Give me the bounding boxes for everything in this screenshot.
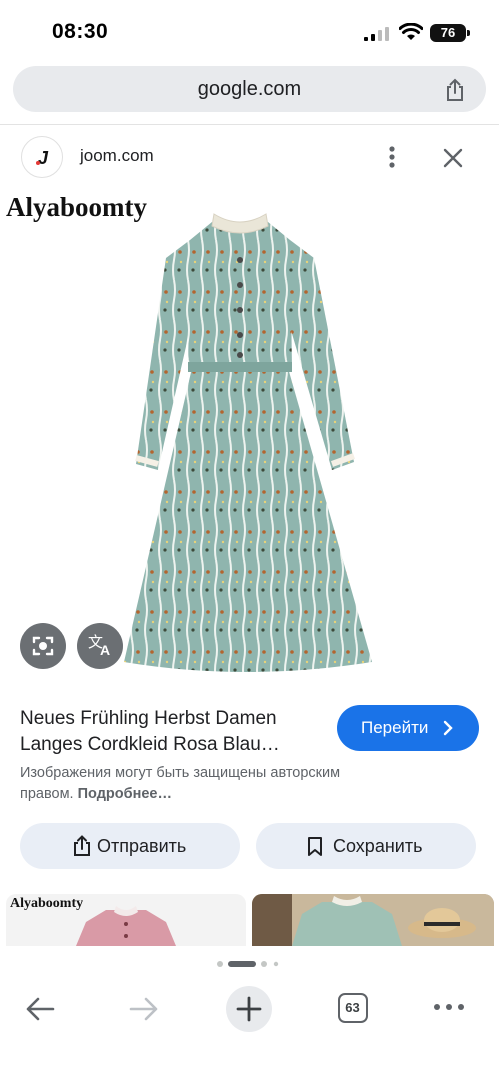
back-icon[interactable] [24,996,56,1022]
send-label: Отправить [97,836,187,856]
send-button[interactable]: Отправить [20,823,240,869]
result-title[interactable]: Neues Frühling Herbst Damen Langes Cordk… [20,706,320,758]
favicon-dot [36,161,40,165]
save-label: Сохранить [333,836,423,856]
signal-icon [364,27,389,41]
visit-button-label: Перейти [361,718,429,737]
tabs-button[interactable]: 63 [338,993,368,1023]
status-time: 08:30 [52,20,109,43]
share-icon[interactable] [443,78,467,102]
new-tab-button[interactable] [226,986,272,1032]
battery-tip [467,30,470,36]
wifi-icon [399,23,423,40]
dress-image [124,213,372,672]
share-icon [74,835,90,856]
chevron-right-icon [443,720,453,736]
favicon-letter: J [37,148,48,168]
source-domain[interactable]: joom.com [80,146,154,166]
bookmark-icon [308,837,322,856]
related-image-2[interactable] [252,894,494,946]
dress-with-hat-image [252,894,494,946]
pink-dress-image [76,906,176,946]
save-button[interactable]: Сохранить [256,823,476,869]
visit-button[interactable]: Перейти [337,705,479,751]
lens-icon [32,636,54,656]
divider [0,124,499,125]
close-icon[interactable] [440,145,466,171]
menu-icon[interactable] [432,1002,466,1012]
copyright-notice: Изображения могут быть защищены авторски… [20,763,380,805]
related-image-1[interactable]: Alyaboomty [6,894,246,946]
battery-indicator: 76 [430,24,466,42]
carousel-pager [217,961,279,967]
plus-icon [236,996,262,1022]
address-bar[interactable]: google.com [13,66,486,112]
tabs-count: 63 [345,1000,360,1015]
svg-text:A: A [100,642,110,658]
more-icon[interactable] [380,143,404,171]
copyright-text: Изображения могут быть защищены авторски… [20,765,341,802]
site-favicon: J [21,136,63,178]
lens-button[interactable] [20,623,66,669]
forward-icon[interactable] [128,996,160,1022]
translate-button[interactable]: 文 A [77,623,123,669]
learn-more-link[interactable]: Подробнее… [78,786,172,802]
translate-icon: 文 A [88,634,110,658]
address-url: google.com [197,78,302,100]
